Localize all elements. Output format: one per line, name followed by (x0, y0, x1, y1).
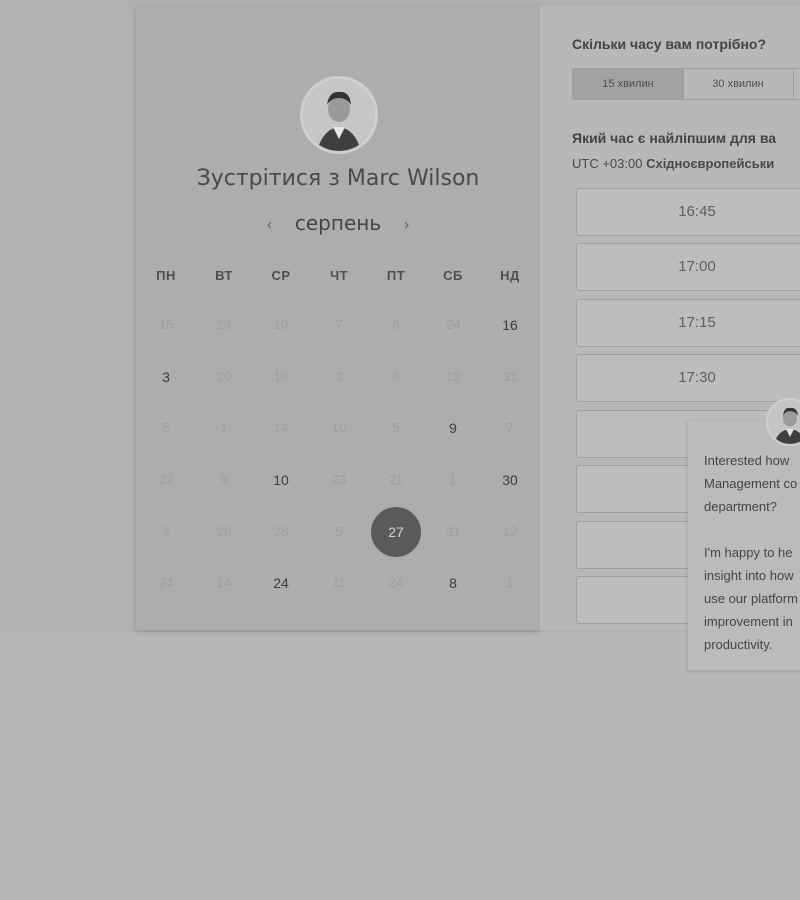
calendar-day[interactable]: 5 (370, 418, 422, 438)
chat-text-line: Management co (704, 476, 798, 491)
chat-text-line: improvement in (704, 614, 793, 629)
calendar-day-selected[interactable]: 27 (371, 507, 421, 557)
person-photo-icon (768, 400, 800, 444)
calendar-day[interactable]: 1 (484, 573, 536, 593)
calendar-day[interactable]: 1 (427, 470, 479, 490)
duration-question: Скільки часу вам потрібно? (572, 36, 767, 52)
calendar-day[interactable]: 24 (370, 573, 422, 593)
time-question: Який час є найліпшим для ва (572, 130, 777, 146)
weekday-tue: ВТ (215, 268, 233, 283)
calendar-day[interactable]: 23 (198, 315, 250, 335)
calendar-day[interactable]: 31 (427, 522, 479, 542)
chat-popup[interactable]: Interested how Management co department?… (688, 420, 800, 670)
calendar-day[interactable]: 11 (313, 573, 365, 593)
timezone-label: UTC +03:00 Східноєвропейськи (572, 156, 774, 171)
host-avatar (300, 76, 378, 154)
calendar-day[interactable]: 26 (198, 522, 250, 542)
calendar-day[interactable]: 10 (255, 315, 307, 335)
chat-text-line: Interested how (704, 453, 790, 468)
calendar-day[interactable]: 5 (370, 367, 422, 387)
chevron-left-icon[interactable]: ‹ (266, 215, 272, 234)
month-label: серпень (294, 211, 382, 235)
chat-text-line: use our platform (704, 591, 798, 606)
duration-selector: 15 хвилин 30 хвилин (572, 68, 800, 100)
page-title: Зустрітися з Marc Wilson (196, 166, 480, 191)
chat-text-line: productivity. (704, 637, 773, 652)
weekday-sun: НД (500, 268, 520, 283)
timezone-name: Східноєвропейськи (646, 156, 775, 171)
chat-text-line: I'm happy to he (704, 545, 793, 560)
month-navigator: ‹ серпень › (136, 211, 540, 235)
weekday-sat: СБ (443, 268, 463, 283)
calendar-day[interactable]: 24 (427, 315, 479, 335)
calendar-day[interactable]: 3 (313, 367, 365, 387)
person-photo-icon (303, 79, 375, 151)
weekday-fri: ПТ (386, 268, 406, 283)
calendar-day[interactable]: 3 (140, 367, 192, 387)
calendar-day[interactable]: 28 (255, 522, 307, 542)
calendar-day[interactable]: 12 (427, 367, 479, 387)
calendar-day[interactable]: 8 (427, 573, 479, 593)
calendar-day[interactable]: 15 (140, 315, 192, 335)
calendar-day[interactable]: 31 (484, 367, 536, 387)
calendar-day[interactable]: 7 (484, 418, 536, 438)
calendar-day[interactable]: 24 (140, 573, 192, 593)
calendar-day[interactable]: 30 (484, 470, 536, 490)
weekday-wed: СР (271, 268, 291, 283)
chat-text-line: department? (704, 499, 777, 514)
weekday-thu: ЧТ (329, 268, 349, 283)
calendar-day[interactable]: 10 (255, 367, 307, 387)
calendar-day[interactable]: 14 (255, 418, 307, 438)
duration-option-30[interactable]: 30 хвилин (683, 69, 794, 99)
chevron-right-icon[interactable]: › (403, 215, 409, 234)
calendar-day[interactable]: 3 (140, 522, 192, 542)
calendar-day[interactable]: 22 (140, 470, 192, 490)
calendar-day[interactable]: 9 (427, 418, 479, 438)
duration-option-15[interactable]: 15 хвилин (573, 69, 684, 99)
time-slot[interactable]: 17:15 (576, 299, 800, 347)
time-slot[interactable]: 17:30 (576, 354, 800, 402)
calendar-day[interactable]: 5 (313, 522, 365, 542)
calendar-day[interactable]: 23 (313, 470, 365, 490)
calendar-day[interactable]: 24 (255, 573, 307, 593)
chat-text-line: insight into how (704, 568, 794, 583)
calendar-day[interactable]: 10 (313, 418, 365, 438)
calendar-day[interactable]: 20 (198, 367, 250, 387)
calendar-day[interactable]: 10 (255, 470, 307, 490)
calendar-day[interactable]: 16 (484, 315, 536, 335)
calendar-day[interactable]: 1 (198, 418, 250, 438)
calendar-day[interactable]: 7 (313, 315, 365, 335)
calendar-day[interactable]: 8 (370, 315, 422, 335)
weekday-mon: ПН (156, 268, 176, 283)
calendar-day[interactable]: 12 (484, 522, 536, 542)
calendar-card: Зустрітися з Marc Wilson ‹ серпень › ПН … (136, 6, 540, 630)
timezone-offset: UTC +03:00 (572, 156, 643, 171)
calendar-day[interactable]: 5 (140, 418, 192, 438)
page-background (0, 632, 800, 900)
time-slot[interactable]: 17:00 (576, 243, 800, 291)
calendar-day[interactable]: 9 (198, 470, 250, 490)
calendar-day[interactable]: 14 (198, 573, 250, 593)
time-slot[interactable]: 16:45 (576, 188, 800, 236)
calendar-day[interactable]: 21 (370, 470, 422, 490)
